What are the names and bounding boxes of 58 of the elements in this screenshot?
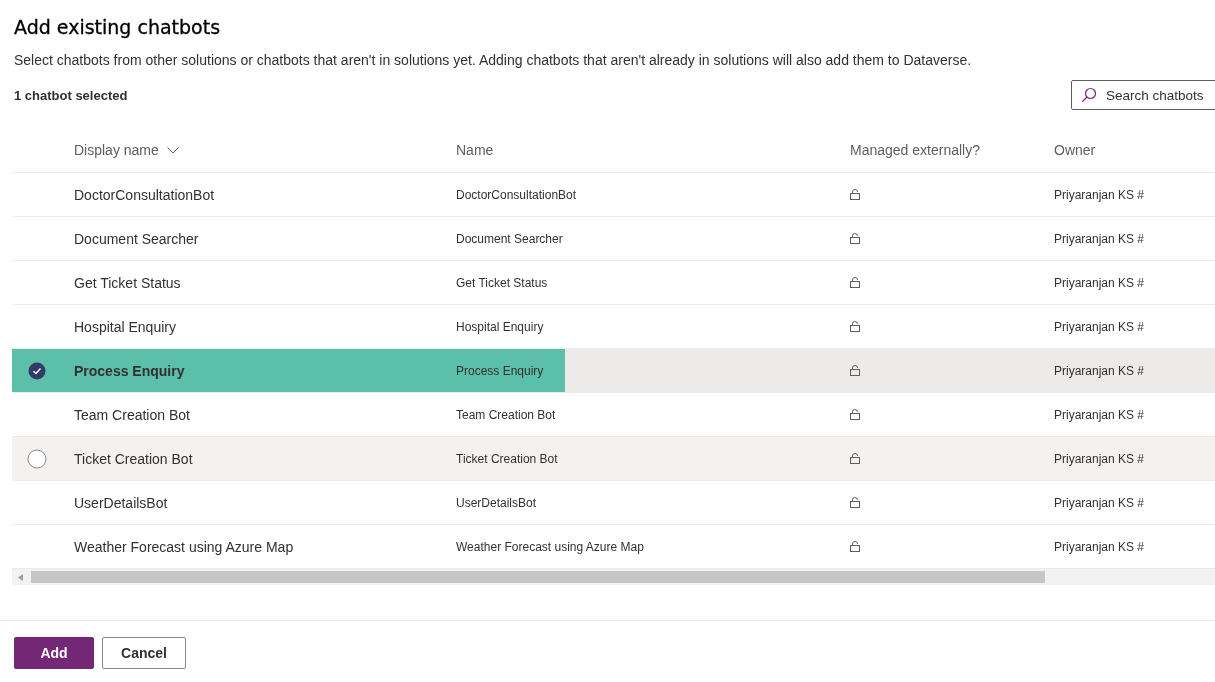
owner-cell: Priyaranjan KS # [1054, 231, 1145, 246]
owner-cell: Priyaranjan KS # [1054, 407, 1145, 422]
owner-cell: Priyaranjan KS # [1054, 363, 1145, 378]
owner-cell: Priyaranjan KS # [1054, 187, 1145, 202]
column-header[interactable]: Owner [1054, 128, 1215, 172]
chevron-down-icon [166, 146, 179, 154]
description-text: Select chatbots from other solutions or chatbots that aren't in solutions yet. Adding chatbots that aren't already in solutions will also add them to Dataverse. [14, 52, 973, 68]
owner-cell: Priyaranjan KS # [1054, 495, 1145, 510]
table-row[interactable]: Document Searcher Document Searcher Priyaranjan KS # [12, 217, 1215, 261]
radio-circle-icon[interactable] [27, 448, 47, 469]
horizontal-scrollbar[interactable] [12, 569, 1215, 585]
table-row[interactable]: Ticket Creation Bot Ticket Creation Bot Priyaranjan KS # [12, 437, 1215, 481]
scroll-left-icon[interactable] [18, 573, 23, 581]
display-name-cell: UserDetailsBot [74, 494, 168, 511]
name-cell: Hospital Enquiry [456, 319, 544, 334]
owner-cell: Priyaranjan KS # [1054, 275, 1145, 290]
table-row[interactable]: UserDetailsBot UserDetailsBot Priyaranjan KS # [12, 481, 1215, 525]
name-cell: Weather Forecast using Azure Map [456, 539, 644, 554]
scrollbar-thumb[interactable] [31, 571, 1045, 583]
lock-icon [850, 365, 860, 376]
lock-icon [850, 277, 860, 288]
name-cell: Document Searcher [456, 231, 563, 246]
display-name-cell: Document Searcher [74, 230, 199, 247]
name-cell: Team Creation Bot [456, 407, 556, 422]
table-row[interactable]: Get Ticket Status Get Ticket Status Priyaranjan KS # [12, 261, 1215, 305]
cancel-button[interactable]: Cancel [102, 637, 186, 669]
display-name-cell: DoctorConsultationBot [74, 186, 215, 203]
owner-cell: Priyaranjan KS # [1054, 319, 1145, 334]
name-cell: DoctorConsultationBot [456, 187, 577, 202]
display-name-cell: Weather Forecast using Azure Map [74, 538, 294, 555]
checkmark-circle-icon[interactable] [28, 361, 46, 380]
owner-cell: Priyaranjan KS # [1054, 539, 1145, 554]
name-cell: UserDetailsBot [456, 495, 537, 510]
column-header[interactable]: Name [456, 128, 850, 172]
owner-cell: Priyaranjan KS # [1054, 451, 1145, 466]
display-name-cell: Team Creation Bot [74, 406, 190, 423]
selection-count: 1 chatbot selected [14, 87, 128, 103]
lock-icon [850, 189, 860, 200]
display-name-cell: Hospital Enquiry [74, 318, 176, 335]
add-button[interactable]: Add [14, 637, 94, 669]
name-cell: Get Ticket Status [456, 275, 548, 290]
display-name-cell: Get Ticket Status [74, 274, 181, 291]
lock-icon [850, 409, 860, 420]
column-header[interactable]: Display name [62, 128, 456, 172]
column-header[interactable]: Managed externally? [850, 128, 1054, 172]
lock-icon [850, 453, 860, 464]
lock-icon [850, 233, 860, 244]
search-field[interactable]: Search chatbots [1071, 80, 1215, 110]
display-name-cell: Process Enquiry [74, 362, 185, 379]
display-name-cell: Ticket Creation Bot [74, 450, 193, 467]
lock-icon [850, 541, 860, 552]
dialog-title: Add existing chatbots [13, 15, 222, 38]
name-cell: Ticket Creation Bot [456, 451, 558, 466]
lock-icon [850, 497, 860, 508]
table-row[interactable]: Process Enquiry Process Enquiry Priyaranjan KS # [12, 349, 1215, 393]
name-cell: Process Enquiry [456, 363, 544, 378]
lock-icon [850, 321, 860, 332]
table-row[interactable]: DoctorConsultationBot DoctorConsultationBot Priyaranjan KS # [12, 173, 1215, 217]
